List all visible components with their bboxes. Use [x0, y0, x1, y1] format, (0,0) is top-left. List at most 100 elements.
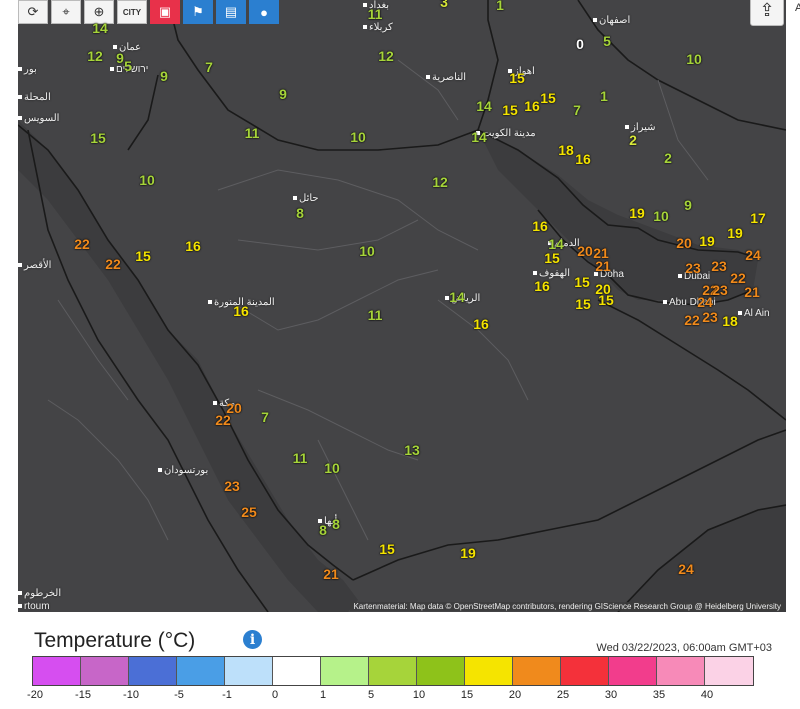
- temperature-reading[interactable]: 10: [686, 51, 702, 67]
- temperature-reading[interactable]: 9: [279, 86, 287, 102]
- temperature-reading[interactable]: 15: [135, 248, 151, 264]
- place-label[interactable]: اصفهان: [593, 15, 630, 26]
- temperature-reading[interactable]: 7: [261, 409, 269, 425]
- temperature-reading[interactable]: 8: [319, 522, 327, 538]
- temperature-reading[interactable]: 19: [460, 545, 476, 561]
- temperature-reading[interactable]: 23: [224, 478, 240, 494]
- temperature-reading[interactable]: 7: [205, 59, 213, 75]
- layers-button[interactable]: ▣: [150, 0, 180, 24]
- place-label[interactable]: السويس: [18, 113, 59, 124]
- temperature-reading[interactable]: 23: [712, 282, 728, 298]
- temperature-reading[interactable]: 11: [245, 125, 260, 141]
- place-label[interactable]: الناصرية: [426, 72, 466, 83]
- map-view[interactable]: ⟳ ⌖ ⊕ CITY ▣ ⚑ ▤ ● ⇪ بغداد كربلاء عمان ירושלים اصفه…: [18, 0, 786, 612]
- temperature-reading[interactable]: 13: [404, 442, 420, 458]
- temperature-reading[interactable]: 20: [577, 243, 593, 259]
- temperature-reading[interactable]: 15: [540, 90, 556, 106]
- temperature-reading[interactable]: 15: [90, 130, 106, 146]
- temperature-reading[interactable]: 19: [699, 233, 715, 249]
- temperature-reading[interactable]: 5: [603, 33, 611, 49]
- temperature-reading[interactable]: 21: [323, 566, 339, 582]
- temperature-reading[interactable]: 8: [332, 516, 340, 532]
- temperature-reading[interactable]: 11: [368, 6, 383, 22]
- temperature-reading[interactable]: 21: [744, 284, 760, 300]
- temperature-reading[interactable]: 10: [653, 208, 669, 224]
- temperature-reading[interactable]: 8: [296, 205, 304, 221]
- refresh-button[interactable]: ⟳: [18, 0, 48, 24]
- temperature-reading[interactable]: 16: [473, 316, 489, 332]
- temperature-reading[interactable]: 19: [629, 205, 645, 221]
- info-icon[interactable]: i: [243, 630, 262, 649]
- temperature-reading[interactable]: 10: [350, 129, 366, 145]
- place-label[interactable]: Al Ain: [738, 308, 770, 319]
- temperature-reading[interactable]: 3: [440, 0, 448, 10]
- temperature-reading[interactable]: 14: [476, 98, 492, 114]
- temperature-reading[interactable]: 15: [502, 102, 518, 118]
- temperature-reading[interactable]: 11: [293, 450, 308, 466]
- temperature-reading[interactable]: 2: [629, 132, 637, 148]
- temperature-reading[interactable]: 15: [598, 292, 614, 308]
- temperature-reading[interactable]: 16: [532, 218, 548, 234]
- temperature-reading[interactable]: 23: [702, 309, 718, 325]
- location-pin-button[interactable]: ⌖: [51, 0, 81, 24]
- temperature-reading[interactable]: 14: [92, 20, 108, 36]
- station-button[interactable]: ⚑: [183, 0, 213, 24]
- city-button[interactable]: CITY: [117, 0, 147, 24]
- place-label[interactable]: الخرطوم: [18, 588, 61, 599]
- temperature-reading[interactable]: 14: [471, 129, 487, 145]
- temperature-reading[interactable]: 22: [684, 312, 700, 328]
- temperature-reading[interactable]: 22: [105, 256, 121, 272]
- temperature-reading[interactable]: 24: [697, 294, 713, 310]
- temperature-reading[interactable]: 15: [379, 541, 395, 557]
- place-label[interactable]: الأقصر: [18, 260, 51, 271]
- map-attribution[interactable]: Kartenmaterial: Map data © OpenStreetMap…: [350, 602, 784, 611]
- temperature-reading[interactable]: 24: [745, 247, 761, 263]
- place-label[interactable]: rtoum: [18, 601, 50, 612]
- temperature-reading[interactable]: 23: [711, 258, 727, 274]
- temperature-reading[interactable]: 9: [160, 68, 168, 84]
- temperature-reading[interactable]: 22: [215, 412, 231, 428]
- temperature-reading[interactable]: 9: [116, 50, 124, 66]
- place-label[interactable]: بور: [18, 64, 37, 75]
- temperature-reading[interactable]: 5: [124, 58, 132, 74]
- temperature-reading[interactable]: 10: [324, 460, 340, 476]
- balloon-button[interactable]: ●: [249, 0, 279, 24]
- temperature-reading[interactable]: 16: [233, 303, 249, 319]
- temperature-reading[interactable]: 17: [750, 210, 766, 226]
- place-label[interactable]: حائل: [293, 193, 319, 204]
- temperature-reading[interactable]: 23: [685, 260, 701, 276]
- temperature-reading[interactable]: 10: [359, 243, 375, 259]
- share-button[interactable]: ⇪: [750, 0, 784, 26]
- temperature-reading[interactable]: 10: [139, 172, 155, 188]
- temperature-reading[interactable]: 18: [722, 313, 738, 329]
- temperature-reading[interactable]: 15: [574, 274, 590, 290]
- temperature-reading[interactable]: 7: [573, 102, 581, 118]
- temperature-reading[interactable]: 16: [185, 238, 201, 254]
- temperature-reading[interactable]: 12: [378, 48, 394, 64]
- temperature-reading[interactable]: 0: [576, 36, 584, 52]
- temperature-reading[interactable]: 16: [575, 151, 591, 167]
- temperature-reading[interactable]: 1: [496, 0, 504, 13]
- temperature-reading[interactable]: 11: [368, 307, 383, 323]
- temperature-reading[interactable]: 16: [524, 98, 540, 114]
- temperature-reading[interactable]: 24: [678, 561, 694, 577]
- temperature-reading[interactable]: 15: [575, 296, 591, 312]
- temperature-reading[interactable]: 1: [600, 88, 608, 104]
- place-label[interactable]: بورتسودان: [158, 465, 208, 476]
- temperature-reading[interactable]: 14: [449, 289, 465, 305]
- device-button[interactable]: ▤: [216, 0, 246, 24]
- temperature-reading[interactable]: 21: [595, 258, 611, 274]
- temperature-reading[interactable]: 12: [432, 174, 448, 190]
- temperature-reading[interactable]: 12: [87, 48, 103, 64]
- temperature-reading[interactable]: 25: [241, 504, 257, 520]
- temperature-reading[interactable]: 9: [684, 197, 692, 213]
- temperature-reading[interactable]: 18: [558, 142, 574, 158]
- temperature-reading[interactable]: 20: [676, 235, 692, 251]
- temperature-reading[interactable]: 16: [534, 278, 550, 294]
- temperature-reading[interactable]: 22: [74, 236, 90, 252]
- temperature-reading[interactable]: 15: [544, 250, 560, 266]
- place-label[interactable]: كربلاء: [363, 22, 393, 33]
- place-label[interactable]: المحلة: [18, 92, 51, 103]
- temperature-reading[interactable]: 15: [509, 70, 525, 86]
- temperature-reading[interactable]: 19: [727, 225, 743, 241]
